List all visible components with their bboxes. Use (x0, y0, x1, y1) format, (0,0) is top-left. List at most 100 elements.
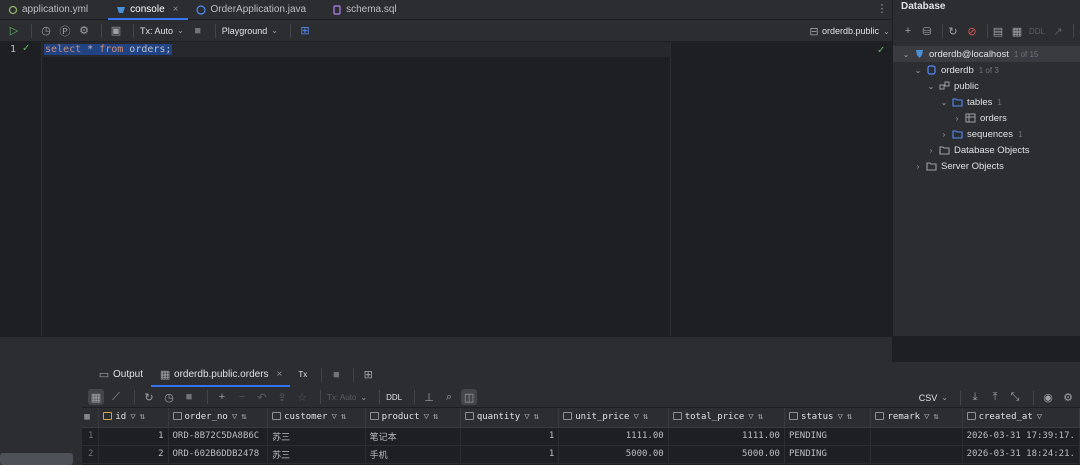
filter-icon[interactable]: ▽ (331, 412, 336, 422)
column-header-status[interactable]: status ▽ ⇅ (784, 408, 872, 428)
more-tabs-icon[interactable]: ⋮ (872, 0, 892, 20)
refresh-icon[interactable]: ↻ (946, 23, 960, 39)
submit-icon[interactable]: ⇪ (274, 389, 290, 405)
tab-schema-sql[interactable]: schema.sql (324, 0, 407, 20)
column-header-id[interactable]: id ▽ ⇅ (98, 408, 169, 428)
cell-unit-price[interactable]: 1111.00 (558, 427, 669, 446)
cell-product[interactable]: 手机 (365, 445, 461, 464)
cell-quantity[interactable]: 1 (460, 427, 560, 446)
explain-plan-icon[interactable]: Ⓟ (57, 23, 73, 39)
cell-order-no[interactable]: ORD-602B6DDB2478 (168, 445, 269, 464)
tx-mode-dropdown[interactable]: Tx: Auto ⌄ (327, 393, 367, 402)
tx-mode-dropdown[interactable]: Tx: Auto ⌄ (140, 26, 184, 36)
remove-row-icon[interactable]: − (234, 389, 250, 405)
sort-icon[interactable]: ⇅ (643, 412, 648, 422)
history-icon[interactable]: ◷ (38, 23, 54, 39)
filter-icon[interactable]: ▽ (232, 412, 237, 422)
cell-created-at[interactable]: 2026-03-31 17:39:17. (962, 427, 1080, 446)
sort-icon[interactable]: ⇅ (341, 412, 346, 422)
column-header-order-no[interactable]: order_no ▽ ⇅ (168, 408, 269, 428)
cell-order-no[interactable]: ORD-8B72C5DA8B6C (168, 427, 269, 446)
search-icon[interactable]: ⌕ (441, 389, 457, 405)
cell-total-price[interactable]: 5000.00 (668, 445, 785, 464)
tree-item-schema[interactable]: ⌄ public (926, 78, 979, 94)
cell-customer[interactable]: 苏三 (267, 445, 366, 464)
add-row-icon[interactable]: + (214, 389, 230, 405)
column-header-product[interactable]: product ▽ ⇅ (365, 408, 461, 428)
cell-quantity[interactable]: 1 (460, 445, 560, 464)
filter-icon[interactable]: ▽ (633, 412, 638, 422)
cell-remark[interactable] (870, 445, 963, 464)
filter-icon[interactable]: ▽ (924, 412, 929, 422)
tree-item-orders[interactable]: › orders (952, 110, 1007, 126)
tree-item-server-objects[interactable]: › Server Objects (913, 158, 1004, 174)
run-icon[interactable]: ▷ (6, 23, 22, 39)
stop-icon[interactable]: ■ (181, 389, 197, 405)
tree-item-database-objects[interactable]: › Database Objects (926, 142, 1030, 158)
tab-console[interactable]: console × (108, 0, 189, 20)
sort-icon[interactable]: ⇅ (140, 412, 145, 422)
bookmark-icon[interactable]: ☆ (294, 389, 310, 405)
column-header-customer[interactable]: customer ▽ ⇅ (267, 408, 366, 428)
compare-icon[interactable]: ◫ (461, 389, 478, 405)
filter-icon[interactable]: ▽ (837, 412, 842, 422)
tab-tx[interactable]: Tx (290, 362, 315, 387)
data-source-icon[interactable]: ⛁ (920, 23, 934, 39)
horizontal-scrollbar[interactable] (0, 453, 73, 465)
console-icon[interactable]: ▤ (991, 23, 1005, 39)
table-row[interactable]: 2 2 ORD-602B6DDB2478 苏三 手机 1 5000.00 500… (82, 445, 1080, 464)
cell-total-price[interactable]: 1111.00 (668, 427, 785, 446)
sql-editor[interactable]: 1 ✓ select * from orders; ✓ (0, 42, 892, 336)
upload-icon[interactable]: ⤒ (987, 390, 1003, 406)
split-view-icon[interactable]: ⊞ (360, 367, 376, 383)
layout-icon[interactable]: ▣ (108, 23, 124, 39)
download-icon[interactable]: ⤓ (967, 390, 983, 406)
sort-icon[interactable]: ⇅ (847, 412, 852, 422)
cell-unit-price[interactable]: 5000.00 (558, 445, 669, 464)
jump-icon[interactable]: ↗ (1051, 23, 1065, 39)
tab-output[interactable]: ▭ Output (90, 362, 151, 387)
select-all-icon[interactable]: ▦ (82, 409, 92, 425)
disconnect-icon[interactable]: ⊘ (965, 23, 979, 39)
tree-item-database[interactable]: ⌄ orderdb 1 of 3 (913, 62, 999, 78)
ddl-icon[interactable]: ⊞ (297, 23, 313, 39)
column-header-total-price[interactable]: total_price ▽ ⇅ (668, 408, 785, 428)
sort-icon[interactable]: ⇅ (241, 412, 246, 422)
tab-application-yml[interactable]: application.yml (0, 0, 98, 20)
cell-created-at[interactable]: 2026-03-31 18:24:21. (962, 445, 1080, 464)
cell-product[interactable]: 笔记本 (365, 427, 461, 446)
sort-icon[interactable]: ⇅ (433, 412, 438, 422)
cell-id[interactable]: 1 (98, 427, 169, 446)
tab-orders-result[interactable]: ▦ orderdb.public.orders × (151, 362, 291, 387)
eye-icon[interactable]: ◉ (1040, 390, 1056, 406)
table-editor-icon[interactable]: ▦ (1010, 23, 1024, 39)
stop-icon[interactable]: ■ (190, 23, 206, 39)
filter-icon[interactable]: ▽ (424, 412, 429, 422)
close-icon[interactable]: × (173, 4, 179, 15)
tree-item-tables[interactable]: ⌄ tables 1 (939, 94, 1002, 110)
add-icon[interactable]: + (901, 23, 915, 39)
cell-id[interactable]: 2 (98, 445, 169, 464)
schema-selector[interactable]: ⊟ orderdb.public ⌄ (808, 20, 889, 42)
settings-icon[interactable]: ⚙ (76, 23, 92, 39)
session-dropdown[interactable]: Playground ⌄ (222, 26, 278, 36)
table-row[interactable]: 1 1 ORD-8B72C5DA8B6C 苏三 笔记本 1 1111.00 11… (82, 427, 1080, 446)
stop-icon[interactable]: ■ (328, 367, 344, 383)
filter-icon[interactable]: ▽ (130, 412, 135, 422)
refresh-icon[interactable]: ↻ (141, 389, 157, 405)
transpose-icon[interactable]: ⤡ (1007, 390, 1023, 406)
code-line[interactable]: select * from orders; (44, 44, 173, 55)
cell-status[interactable]: PENDING (784, 445, 872, 464)
column-header-unit-price[interactable]: unit_price ▽ ⇅ (558, 408, 669, 428)
sort-icon[interactable]: ⇅ (758, 412, 763, 422)
tree-item-connection[interactable]: ⌄ orderdb@localhost 1 of 15 (893, 46, 1080, 62)
ddl-button[interactable]: DDL (1029, 27, 1045, 36)
filter-icon[interactable]: ▽ (748, 412, 753, 422)
column-header-quantity[interactable]: quantity ▽ ⇅ (460, 408, 560, 428)
revert-icon[interactable]: ↶ (254, 389, 270, 405)
tree-item-sequences[interactable]: › sequences 1 (939, 126, 1023, 142)
cell-customer[interactable]: 苏三 (267, 427, 366, 446)
filter-icon[interactable]: ▽ (524, 412, 529, 422)
tab-order-application-java[interactable]: OrderApplication.java (188, 0, 316, 20)
sort-icon[interactable]: ⇅ (534, 412, 539, 422)
